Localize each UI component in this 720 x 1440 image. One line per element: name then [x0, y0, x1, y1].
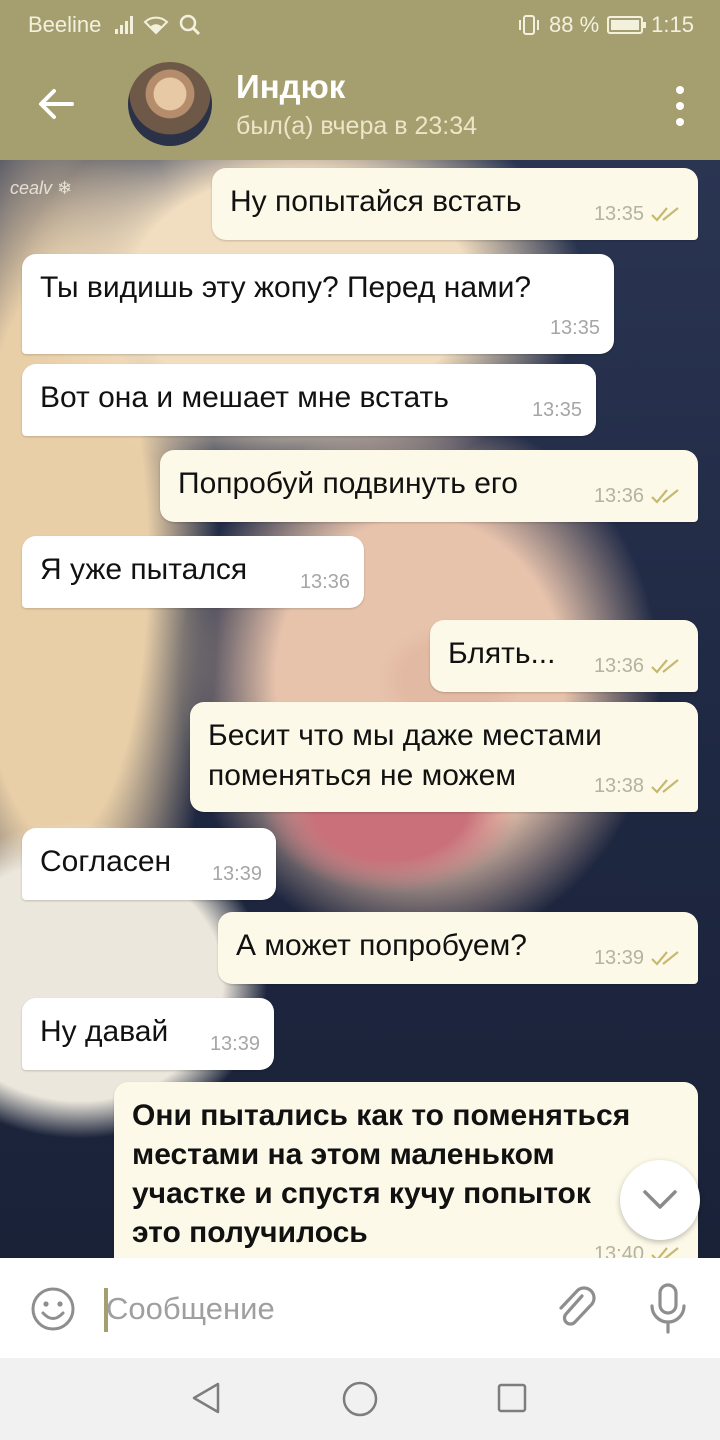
message-time: 13:38 [593, 775, 644, 797]
message-time: 13:39 [593, 947, 644, 969]
system-nav-bar [0, 1358, 720, 1440]
message-bubble[interactable]: Бесит что мы даже местами поменяться не … [190, 702, 698, 812]
message-time: 13:36 [299, 571, 350, 593]
status-bar: Beeline 88 % 1:15 [0, 0, 720, 48]
microphone-icon[interactable] [646, 1282, 690, 1334]
double-check-icon [651, 489, 679, 504]
message-meta: 13:35 [594, 194, 684, 234]
message-text: Они пытались как то поменяться местами н… [132, 1099, 631, 1249]
double-check-icon [651, 951, 679, 966]
message-meta: 13:36 [300, 562, 350, 602]
clock: 1:15 [651, 12, 694, 37]
message-meta: 13:38 [594, 766, 684, 806]
double-check-icon [651, 779, 679, 794]
carrier-label: Beeline [28, 12, 102, 37]
message-bubble[interactable]: Ну давай 13:39 [22, 998, 274, 1070]
scroll-to-bottom-button[interactable] [620, 1160, 700, 1240]
signal-icon [115, 16, 134, 34]
message-time: 13:36 [593, 485, 644, 507]
double-check-icon [651, 1247, 679, 1258]
message-time: 13:39 [209, 1033, 260, 1055]
battery-icon [607, 16, 647, 34]
message-composer [0, 1258, 720, 1358]
chevron-down-icon [643, 1190, 677, 1209]
message-bubble[interactable]: Попробуй подвинуть его 13:36 [160, 450, 698, 522]
message-time: 13:35 [549, 317, 600, 339]
message-time: 13:35 [531, 399, 582, 421]
chat-header: Индюк был(а) вчера в 23:34 [0, 48, 720, 160]
wallpaper-watermark: cealv ❄ [10, 178, 73, 198]
message-bubble[interactable]: Ну попытайся встать 13:35 [212, 168, 698, 240]
message-meta: 13:39 [210, 1024, 260, 1064]
search-icon [180, 14, 201, 36]
message-bubble[interactable]: Согласен 13:39 [22, 828, 276, 900]
more-options-button[interactable] [670, 86, 690, 126]
message-time: 13:35 [593, 203, 644, 225]
emoji-icon[interactable] [30, 1286, 76, 1332]
contact-name[interactable]: Индюк [236, 68, 345, 106]
paperclip-icon[interactable] [552, 1284, 600, 1332]
double-check-icon [651, 659, 679, 674]
nav-back-icon[interactable] [188, 1380, 224, 1416]
message-meta: 13:35 [550, 308, 600, 348]
nav-home-icon[interactable] [341, 1380, 379, 1418]
vibrate-icon [519, 15, 540, 35]
battery-percent: 88 % [549, 12, 600, 37]
message-time: 13:40 [593, 1243, 644, 1258]
message-time: 13:39 [211, 863, 262, 885]
message-bubble[interactable]: Они пытались как то поменяться местами н… [114, 1082, 698, 1258]
message-meta: 13:39 [212, 854, 262, 894]
message-text: Ты видишь эту жопу? Перед нами? [40, 271, 532, 304]
message-text: Вот она и мешает мне встать [40, 381, 449, 414]
double-check-icon [651, 207, 679, 222]
status-left: Beeline [28, 12, 201, 38]
back-button[interactable] [30, 78, 82, 130]
message-bubble[interactable]: Вот она и мешает мне встать 13:35 [22, 364, 596, 436]
message-input[interactable] [106, 1284, 526, 1334]
message-bubble[interactable]: А может попробуем? 13:39 [218, 912, 698, 984]
status-right: 88 % 1:15 [517, 12, 694, 38]
message-meta: 13:36 [594, 646, 684, 686]
message-meta: 13:39 [594, 938, 684, 978]
message-bubble[interactable]: Ты видишь эту жопу? Перед нами? 13:35 [22, 254, 614, 354]
message-bubble[interactable]: Я уже пытался 13:36 [22, 536, 364, 608]
message-bubble[interactable]: Блять... 13:36 [430, 620, 698, 692]
wifi-icon [143, 16, 169, 35]
chat-area[interactable]: cealv ❄ Ну попытайся встать 13:35 Ты вид… [0, 160, 720, 1258]
message-meta: 13:35 [532, 390, 582, 430]
nav-recents-icon[interactable] [496, 1382, 528, 1414]
last-seen-status: был(а) вчера в 23:34 [236, 112, 478, 140]
message-time: 13:36 [593, 655, 644, 677]
contact-avatar[interactable] [128, 62, 212, 146]
message-meta: 13:36 [594, 476, 684, 516]
arrow-left-icon [39, 89, 74, 119]
